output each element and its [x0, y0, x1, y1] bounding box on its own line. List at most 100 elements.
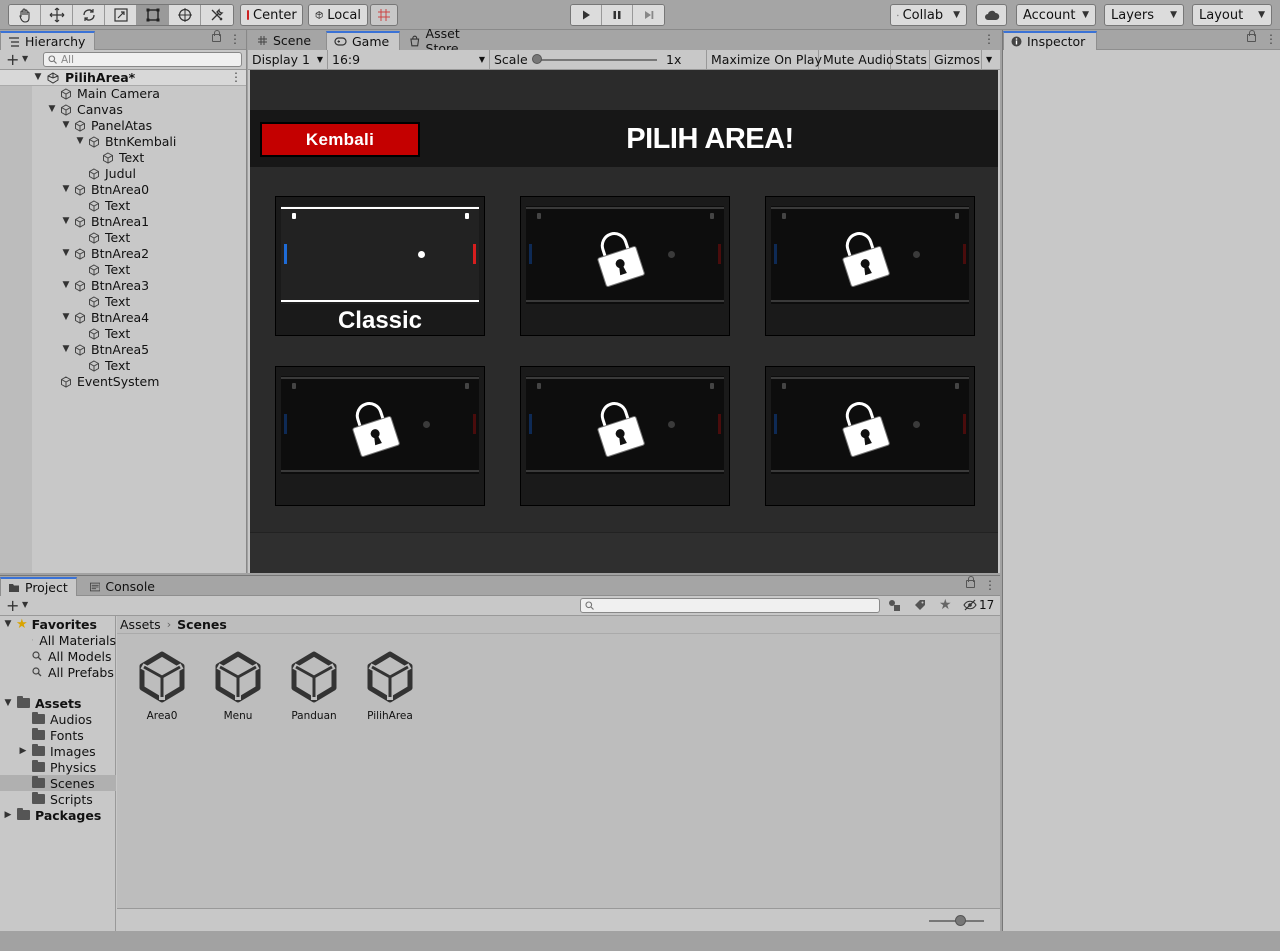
hidden-packages-toggle[interactable]: 17 — [963, 598, 994, 612]
hierarchy-item[interactable]: ▼ Canvas — [0, 102, 246, 118]
chevron-down-icon[interactable]: ▼ — [47, 104, 57, 114]
scene-menu-icon[interactable]: ⋮ — [230, 70, 242, 84]
area-button-2[interactable] — [765, 196, 975, 336]
scale-slider-track[interactable] — [534, 59, 657, 61]
chevron-down-icon[interactable]: ▼ — [75, 136, 85, 146]
hand-tool-icon[interactable] — [9, 5, 41, 25]
lock-icon[interactable] — [212, 30, 221, 42]
chevron-down-icon[interactable]: ▼ — [22, 54, 28, 63]
hierarchy-item[interactable]: ▼ PanelAtas — [0, 118, 246, 134]
layers-dropdown[interactable]: Layers ▼ — [1104, 4, 1184, 26]
display-dropdown[interactable]: Display 1 ▼ — [248, 50, 328, 69]
chevron-down-icon[interactable]: ▼ — [61, 280, 71, 290]
chevron-down-icon[interactable]: ▼ — [61, 344, 71, 354]
chevron-down-icon[interactable]: ▼ — [61, 184, 71, 194]
hierarchy-item[interactable]: ▼ BtnArea1 — [0, 214, 246, 230]
chevron-right-icon[interactable]: ▶ — [3, 810, 13, 820]
chevron-right-icon[interactable]: ▶ — [18, 746, 28, 756]
favorite-item[interactable]: All Prefabs — [0, 664, 116, 680]
folder-item[interactable]: ▶ Images — [0, 743, 116, 759]
area-button-3[interactable] — [275, 366, 485, 506]
chevron-down-icon[interactable]: ▼ — [61, 120, 71, 130]
back-button[interactable]: Kembali — [260, 122, 420, 157]
chevron-down-icon[interactable]: ▼ — [33, 72, 43, 82]
chevron-down-icon[interactable]: ▼ — [22, 600, 28, 609]
chevron-down-icon[interactable]: ▼ — [61, 248, 71, 258]
panel-menu-icon[interactable]: ⋮ — [983, 32, 995, 46]
hierarchy-item[interactable]: ▼ BtnArea2 — [0, 246, 246, 262]
tab-hierarchy[interactable]: Hierarchy — [0, 31, 95, 50]
hierarchy-search-input[interactable]: All — [43, 52, 242, 67]
collab-dropdown[interactable]: Collab ▼ — [890, 4, 967, 26]
search-by-label-icon[interactable] — [913, 598, 927, 615]
chevron-down-icon[interactable]: ▼ — [61, 216, 71, 226]
grid-snap-button[interactable] — [370, 4, 398, 26]
scene-asset[interactable]: Area0 — [124, 651, 200, 722]
add-icon[interactable]: + — [6, 50, 19, 69]
tab-inspector[interactable]: Inspector — [1003, 31, 1097, 50]
breadcrumb-root[interactable]: Assets — [120, 617, 161, 632]
chevron-down-icon[interactable]: ▼ — [61, 312, 71, 322]
hierarchy-item[interactable]: ▼ BtnKembali — [0, 134, 246, 150]
maximize-on-play-toggle[interactable]: Maximize On Play — [707, 50, 822, 69]
search-by-type-icon[interactable] — [887, 598, 901, 615]
custom-tools-icon[interactable] — [201, 5, 233, 25]
folder-item[interactable]: Physics — [0, 759, 116, 775]
cloud-button[interactable] — [976, 4, 1007, 26]
step-icon[interactable] — [633, 5, 664, 25]
scene-asset[interactable]: Panduan — [276, 651, 352, 722]
stats-toggle[interactable]: Stats — [891, 50, 930, 69]
play-icon[interactable] — [571, 5, 602, 25]
project-search-input[interactable] — [580, 598, 880, 613]
hierarchy-item[interactable]: EventSystem — [0, 374, 246, 390]
hierarchy-item[interactable]: ▼ BtnArea5 — [0, 342, 246, 358]
folder-item[interactable]: Scripts — [0, 791, 116, 807]
folder-item[interactable]: Fonts — [0, 727, 116, 743]
scene-asset[interactable]: PilihArea — [352, 651, 428, 722]
pivot-rotation-toggle[interactable]: Local — [308, 4, 368, 26]
area-button-5[interactable] — [765, 366, 975, 506]
gizmos-dropdown[interactable]: ▼ — [982, 50, 1000, 69]
rotate-tool-icon[interactable] — [73, 5, 105, 25]
favorite-item[interactable]: All Materials — [0, 632, 116, 648]
lock-icon[interactable] — [966, 576, 975, 588]
hierarchy-item[interactable]: Main Camera — [0, 86, 246, 102]
add-icon[interactable]: + — [6, 596, 19, 615]
folder-item[interactable]: Audios — [0, 711, 116, 727]
tab-game[interactable]: Game — [326, 31, 400, 50]
hierarchy-item[interactable]: Text — [0, 262, 246, 278]
tab-console[interactable]: Console — [83, 577, 163, 596]
packages-header[interactable]: ▶ Packages — [0, 807, 116, 823]
panel-menu-icon[interactable]: ⋮ — [1265, 32, 1277, 46]
favorite-item[interactable]: All Models — [0, 648, 116, 664]
account-dropdown[interactable]: Account ▼ — [1016, 4, 1096, 26]
layout-dropdown[interactable]: Layout ▼ — [1192, 4, 1272, 26]
chevron-down-icon[interactable]: ▼ — [3, 619, 13, 629]
hierarchy-item[interactable]: Text — [0, 326, 246, 342]
mute-audio-toggle[interactable]: Mute Audio — [819, 50, 894, 69]
hierarchy-item[interactable]: Judul — [0, 166, 246, 182]
scale-tool-icon[interactable] — [105, 5, 137, 25]
rect-tool-icon[interactable] — [137, 5, 169, 25]
pause-icon[interactable] — [602, 5, 633, 25]
scene-asset[interactable]: Menu — [200, 651, 276, 722]
tab-project[interactable]: Project — [0, 577, 77, 596]
scene-header-row[interactable]: ▼ PilihArea* ⋮ — [0, 70, 246, 86]
scale-slider-handle[interactable] — [532, 54, 542, 64]
area-button-0[interactable]: Classic — [275, 196, 485, 336]
hierarchy-item[interactable]: ▼ BtnArea0 — [0, 182, 246, 198]
hierarchy-item[interactable]: Text — [0, 358, 246, 374]
gizmos-toggle[interactable]: Gizmos — [930, 50, 982, 69]
transform-tool-icon[interactable] — [169, 5, 201, 25]
lock-icon[interactable] — [1247, 30, 1256, 42]
move-tool-icon[interactable] — [41, 5, 73, 25]
aspect-dropdown[interactable]: 16:9 ▼ — [328, 50, 490, 69]
icon-size-slider-handle[interactable] — [955, 915, 966, 926]
panel-menu-icon[interactable]: ⋮ — [984, 578, 996, 592]
assets-header[interactable]: ▼ Assets — [0, 695, 116, 711]
hierarchy-item[interactable]: ▼ BtnArea3 — [0, 278, 246, 294]
area-button-1[interactable] — [520, 196, 730, 336]
folder-item[interactable]: Scenes — [0, 775, 116, 791]
chevron-down-icon[interactable]: ▼ — [3, 698, 13, 708]
favorites-header[interactable]: ▼ ★ Favorites — [0, 616, 116, 632]
